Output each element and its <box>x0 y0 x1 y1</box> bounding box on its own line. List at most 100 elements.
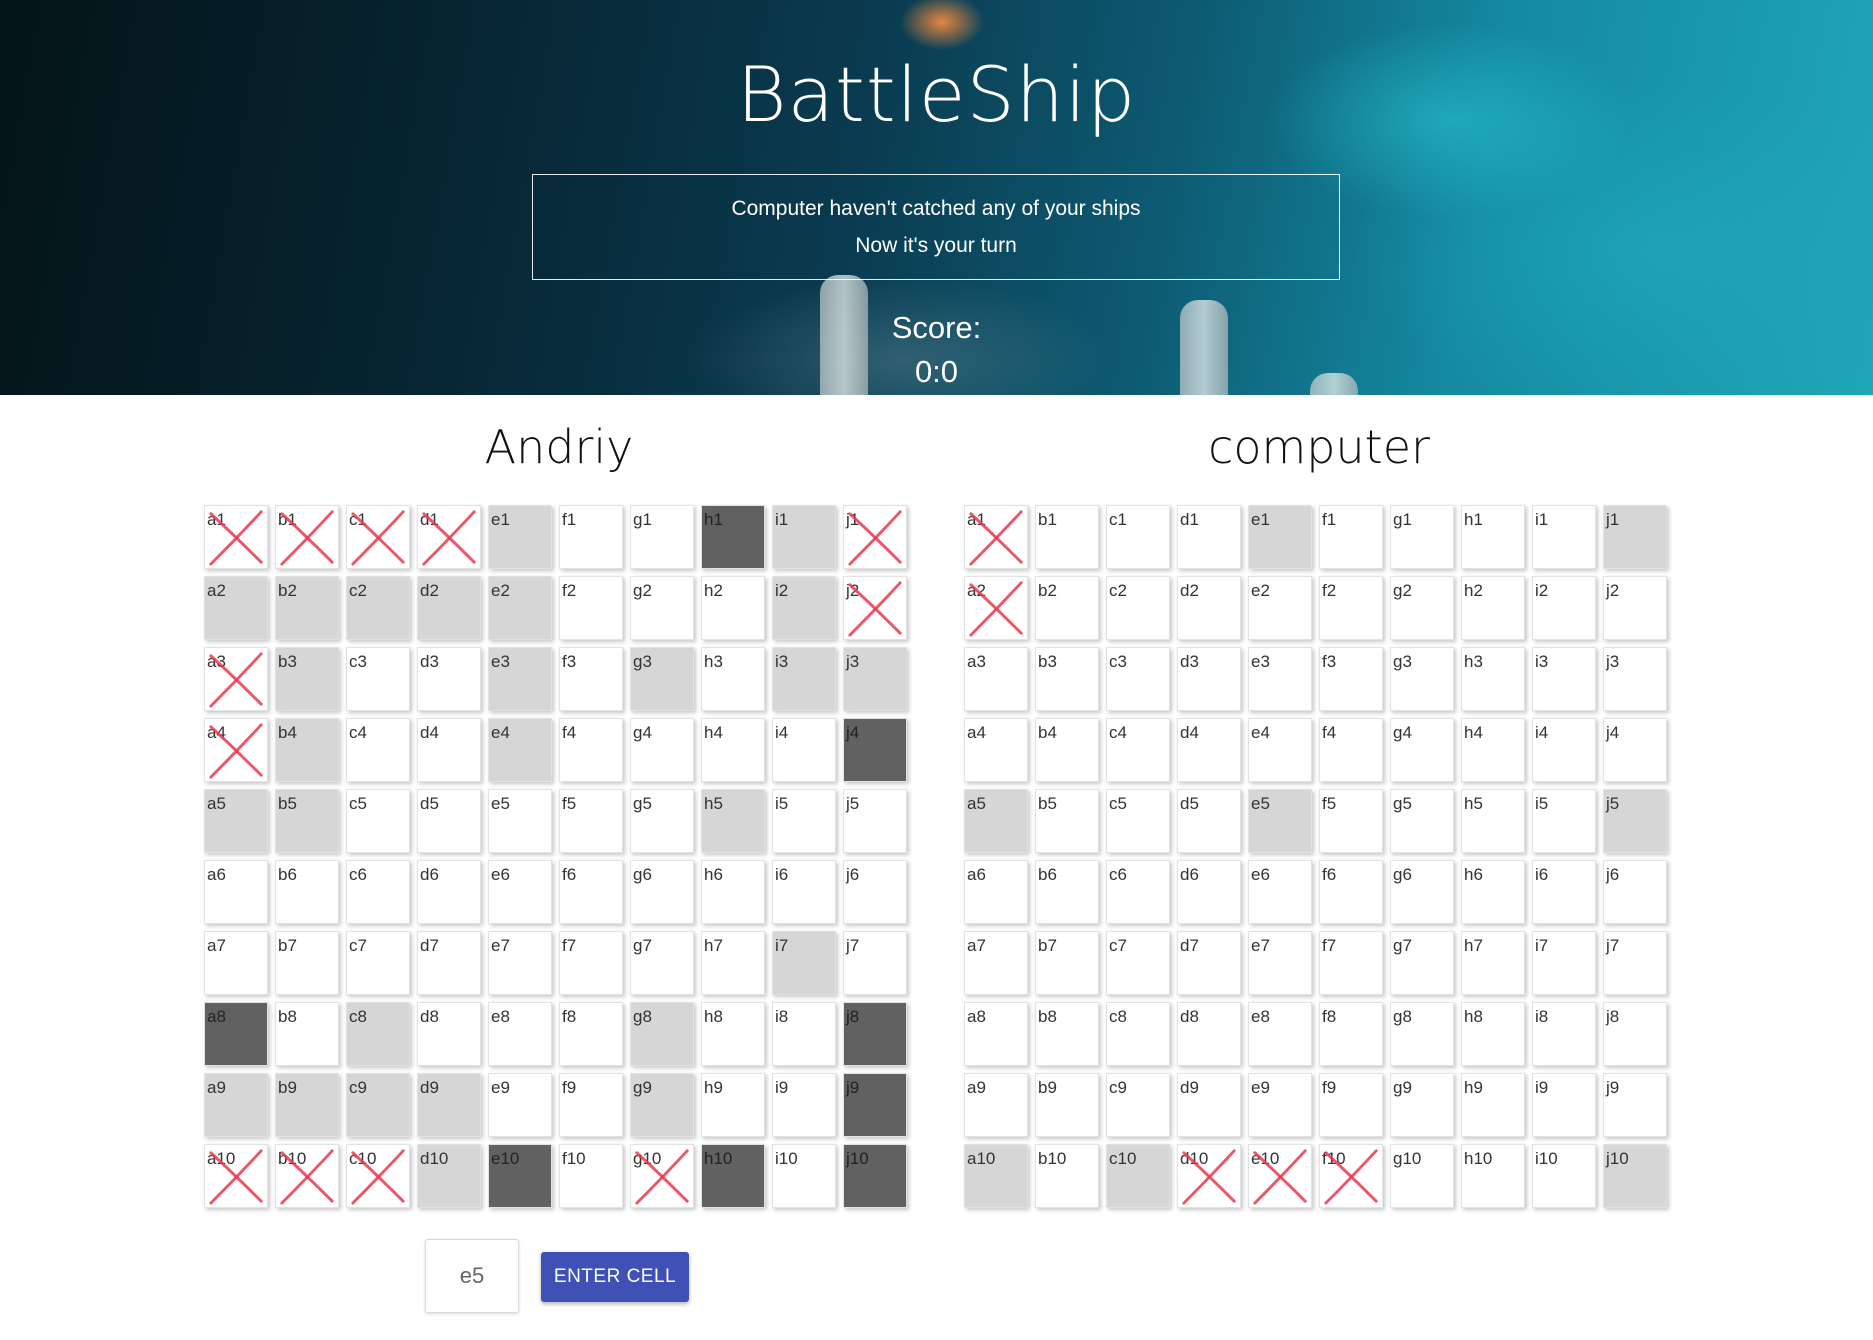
board-cell[interactable]: a5 <box>964 789 1028 853</box>
board-cell[interactable]: d2 <box>417 576 481 640</box>
board-cell[interactable]: e6 <box>1248 860 1312 924</box>
board-cell[interactable]: d7 <box>1177 931 1241 995</box>
board-cell[interactable]: g3 <box>630 647 694 711</box>
board-cell[interactable]: e7 <box>488 931 552 995</box>
board-cell[interactable]: f2 <box>559 576 623 640</box>
board-cell[interactable]: g4 <box>1390 718 1454 782</box>
board-cell[interactable]: h2 <box>701 576 765 640</box>
board-cell[interactable]: c10 <box>346 1144 410 1208</box>
board-cell[interactable]: c5 <box>346 789 410 853</box>
board-cell[interactable]: j5 <box>1603 789 1667 853</box>
board-cell[interactable]: b5 <box>275 789 339 853</box>
board-cell[interactable]: c10 <box>1106 1144 1170 1208</box>
board-cell[interactable]: e2 <box>488 576 552 640</box>
board-cell[interactable]: b9 <box>275 1073 339 1137</box>
board-cell[interactable]: a6 <box>204 860 268 924</box>
board-cell[interactable]: g5 <box>1390 789 1454 853</box>
board-cell[interactable]: a9 <box>964 1073 1028 1137</box>
board-cell[interactable]: d8 <box>417 1002 481 1066</box>
board-cell[interactable]: e9 <box>488 1073 552 1137</box>
board-cell[interactable]: j3 <box>1603 647 1667 711</box>
board-cell[interactable]: i4 <box>1532 718 1596 782</box>
board-cell[interactable]: j7 <box>843 931 907 995</box>
board-cell[interactable]: g6 <box>630 860 694 924</box>
board-cell[interactable]: g10 <box>630 1144 694 1208</box>
board-cell[interactable]: d5 <box>417 789 481 853</box>
board-cell[interactable]: a10 <box>204 1144 268 1208</box>
board-cell[interactable]: i10 <box>772 1144 836 1208</box>
board-cell[interactable]: g8 <box>630 1002 694 1066</box>
board-cell[interactable]: f5 <box>559 789 623 853</box>
board-cell[interactable]: b1 <box>275 505 339 569</box>
board-cell[interactable]: b4 <box>275 718 339 782</box>
board-cell[interactable]: j3 <box>843 647 907 711</box>
board-cell[interactable]: h6 <box>701 860 765 924</box>
board-cell[interactable]: a8 <box>204 1002 268 1066</box>
board-cell[interactable]: e1 <box>1248 505 1312 569</box>
board-cell[interactable]: h7 <box>1461 931 1525 995</box>
board-cell[interactable]: j2 <box>1603 576 1667 640</box>
board-cell[interactable]: f4 <box>559 718 623 782</box>
board-cell[interactable]: d10 <box>417 1144 481 1208</box>
board-cell[interactable]: b3 <box>275 647 339 711</box>
board-cell[interactable]: g3 <box>1390 647 1454 711</box>
board-cell[interactable]: g1 <box>630 505 694 569</box>
board-cell[interactable]: j6 <box>843 860 907 924</box>
board-cell[interactable]: d9 <box>417 1073 481 1137</box>
board-cell[interactable]: j8 <box>1603 1002 1667 1066</box>
board-cell[interactable]: f9 <box>559 1073 623 1137</box>
board-cell[interactable]: h3 <box>1461 647 1525 711</box>
board-cell[interactable]: e5 <box>488 789 552 853</box>
board-cell[interactable]: h10 <box>1461 1144 1525 1208</box>
board-cell[interactable]: d2 <box>1177 576 1241 640</box>
board-cell[interactable]: i6 <box>772 860 836 924</box>
board-cell[interactable]: h1 <box>1461 505 1525 569</box>
board-cell[interactable]: c2 <box>1106 576 1170 640</box>
board-cell[interactable]: f6 <box>559 860 623 924</box>
board-cell[interactable]: i8 <box>772 1002 836 1066</box>
board-cell[interactable]: i2 <box>1532 576 1596 640</box>
board-cell[interactable]: j10 <box>1603 1144 1667 1208</box>
board-cell[interactable]: h4 <box>1461 718 1525 782</box>
board-cell[interactable]: c9 <box>1106 1073 1170 1137</box>
board-cell[interactable]: e10 <box>1248 1144 1312 1208</box>
board-cell[interactable]: i5 <box>772 789 836 853</box>
enter-cell-button[interactable]: ENTER CELL <box>541 1252 689 1302</box>
board-cell[interactable]: h4 <box>701 718 765 782</box>
board-cell[interactable]: j2 <box>843 576 907 640</box>
board-cell[interactable]: i7 <box>772 931 836 995</box>
board-cell[interactable]: g8 <box>1390 1002 1454 1066</box>
board-cell[interactable]: j4 <box>843 718 907 782</box>
board-cell[interactable]: j8 <box>843 1002 907 1066</box>
board-cell[interactable]: b1 <box>1035 505 1099 569</box>
board-cell[interactable]: f10 <box>1319 1144 1383 1208</box>
board-cell[interactable]: f3 <box>1319 647 1383 711</box>
board-cell[interactable]: c5 <box>1106 789 1170 853</box>
board-cell[interactable]: j4 <box>1603 718 1667 782</box>
board-cell[interactable]: d3 <box>1177 647 1241 711</box>
cell-input[interactable] <box>425 1239 519 1313</box>
board-cell[interactable]: d10 <box>1177 1144 1241 1208</box>
board-cell[interactable]: e5 <box>1248 789 1312 853</box>
board-cell[interactable]: d6 <box>417 860 481 924</box>
board-cell[interactable]: d5 <box>1177 789 1241 853</box>
board-cell[interactable]: h7 <box>701 931 765 995</box>
board-cell[interactable]: c7 <box>346 931 410 995</box>
board-cell[interactable]: g6 <box>1390 860 1454 924</box>
board-cell[interactable]: c4 <box>346 718 410 782</box>
board-cell[interactable]: a3 <box>204 647 268 711</box>
board-cell[interactable]: a10 <box>964 1144 1028 1208</box>
board-cell[interactable]: c7 <box>1106 931 1170 995</box>
board-cell[interactable]: b8 <box>1035 1002 1099 1066</box>
board-cell[interactable]: c9 <box>346 1073 410 1137</box>
board-cell[interactable]: c3 <box>346 647 410 711</box>
board-cell[interactable]: h5 <box>701 789 765 853</box>
board-cell[interactable]: f10 <box>559 1144 623 1208</box>
board-cell[interactable]: h8 <box>701 1002 765 1066</box>
board-cell[interactable]: h2 <box>1461 576 1525 640</box>
board-cell[interactable]: j1 <box>843 505 907 569</box>
board-cell[interactable]: i1 <box>772 505 836 569</box>
board-cell[interactable]: i10 <box>1532 1144 1596 1208</box>
board-cell[interactable]: e1 <box>488 505 552 569</box>
board-cell[interactable]: c2 <box>346 576 410 640</box>
